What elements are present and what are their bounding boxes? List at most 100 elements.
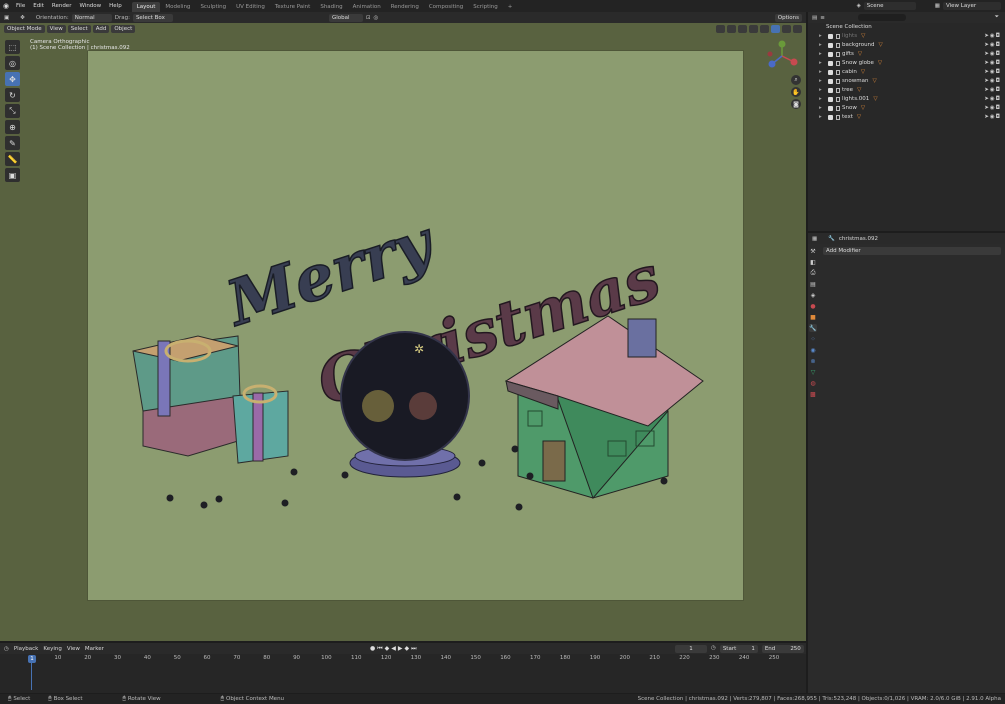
tab-rendering[interactable]: Rendering — [386, 2, 424, 12]
prev-key-icon[interactable]: ◆ — [385, 645, 390, 653]
timeline-ruler[interactable]: 1102030405060708090100110120130140150160… — [0, 654, 806, 664]
tab-sculpting[interactable]: Sculpting — [195, 2, 231, 12]
expand-arrow-icon[interactable]: ▸ — [819, 32, 822, 41]
rendered-shading-icon[interactable] — [793, 25, 802, 33]
exclude-checkbox[interactable] — [828, 52, 833, 57]
physics-tab-icon[interactable]: ◉ — [809, 346, 817, 354]
particles-tab-icon[interactable]: ⁘ — [809, 335, 817, 343]
record-icon[interactable]: ● — [370, 645, 375, 653]
view-layer-field[interactable]: View Layer — [943, 2, 1001, 10]
3d-viewport[interactable]: Object Mode View Select Add Object Merry… — [0, 23, 806, 641]
visibility-icon[interactable] — [716, 25, 725, 33]
menu-render[interactable]: Render — [48, 0, 76, 12]
tab-scripting[interactable]: Scripting — [468, 2, 502, 12]
editor-type-icon[interactable]: ▣ — [4, 15, 9, 21]
menu-add[interactable]: Add — [92, 25, 110, 33]
outliner-row[interactable]: ▸ Snow ▽ ➤◉◘ — [808, 104, 1005, 113]
scale-tool[interactable]: ⤡ — [5, 104, 20, 118]
tab-shading[interactable]: Shading — [315, 2, 347, 12]
menu-keying[interactable]: Keying — [43, 646, 61, 652]
menu-window[interactable]: Window — [75, 0, 105, 12]
menu-timeline-view[interactable]: View — [67, 646, 80, 652]
expand-arrow-icon[interactable]: ▸ — [819, 50, 822, 59]
jump-start-icon[interactable]: ⏮ — [377, 645, 382, 653]
timeline-editor-icon[interactable]: ◷ — [4, 646, 9, 652]
visibility-toggles-icon[interactable]: ➤◉◘ — [984, 32, 1001, 41]
visibility-toggles-icon[interactable]: ➤◉◘ — [984, 50, 1001, 59]
visibility-toggles-icon[interactable]: ➤◉◘ — [984, 77, 1001, 86]
expand-arrow-icon[interactable]: ▸ — [819, 95, 822, 104]
visibility-toggles-icon[interactable]: ➤◉◘ — [984, 68, 1001, 77]
outliner-search-input[interactable] — [857, 14, 906, 21]
solid-shading-icon[interactable] — [771, 25, 780, 33]
visibility-toggles-icon[interactable]: ➤◉◘ — [984, 95, 1001, 104]
tool-tab-icon[interactable]: ⚒ — [809, 247, 817, 255]
menu-object[interactable]: Object — [111, 25, 136, 33]
measure-tool[interactable]: 📏 — [5, 152, 20, 166]
annotate-tool[interactable]: ✎ — [5, 136, 20, 150]
expand-arrow-icon[interactable]: ▸ — [819, 68, 822, 77]
texture-tab-icon[interactable]: ▩ — [809, 390, 817, 398]
menu-playback[interactable]: Playback — [14, 646, 39, 652]
visibility-toggles-icon[interactable]: ➤◉◘ — [984, 86, 1001, 95]
menu-marker[interactable]: Marker — [85, 646, 104, 652]
start-frame-field[interactable]: Start 1 — [719, 645, 758, 653]
options-dropdown[interactable]: Options — [774, 13, 802, 22]
next-key-icon[interactable]: ◆ — [405, 645, 410, 653]
proportional-icon[interactable]: ◎ — [374, 15, 379, 21]
exclude-checkbox[interactable] — [828, 79, 833, 84]
add-modifier-dropdown[interactable]: Add Modifier — [823, 247, 1001, 255]
outliner-row[interactable]: ▸ lights.001 ▽ ➤◉◘ — [808, 95, 1005, 104]
cursor-tool[interactable]: ◎ — [5, 56, 20, 70]
display-mode-icon[interactable]: ≡ — [820, 15, 825, 21]
visibility-toggles-icon[interactable]: ➤◉◘ — [984, 104, 1001, 113]
snap-icon[interactable]: ⊡ — [366, 15, 371, 21]
expand-arrow-icon[interactable]: ▸ — [819, 41, 822, 50]
outliner-row[interactable]: ▸ cabin ▽ ➤◉◘ — [808, 68, 1005, 77]
data-tab-icon[interactable]: ▽ — [809, 368, 817, 376]
menu-file[interactable]: File — [12, 0, 29, 12]
move-tool[interactable]: ✥ — [5, 72, 20, 86]
expand-arrow-icon[interactable]: ▸ — [819, 59, 822, 68]
outliner-row[interactable]: ▸ Snow globe ▽ ➤◉◘ — [808, 59, 1005, 68]
exclude-checkbox[interactable] — [828, 34, 833, 39]
view-layer-tab-icon[interactable]: ▤ — [809, 280, 817, 288]
select-box-tool[interactable]: ⬚ — [5, 40, 20, 54]
filter-icon[interactable]: ⏷ — [995, 14, 999, 21]
material-tab-icon[interactable]: ◍ — [809, 379, 817, 387]
end-frame-field[interactable]: End 250 — [761, 645, 804, 653]
play-reverse-icon[interactable]: ◀ — [391, 645, 396, 653]
transform-icon[interactable]: ✥ — [20, 15, 25, 21]
tab-modeling[interactable]: Modeling — [160, 2, 195, 12]
outliner-row[interactable]: ▸ background ▽ ➤◉◘ — [808, 41, 1005, 50]
outliner-row[interactable]: ▸ lights ▽ ➤◉◘ — [808, 32, 1005, 41]
constraints-tab-icon[interactable]: ⊗ — [809, 357, 817, 365]
expand-arrow-icon[interactable]: ▸ — [819, 77, 822, 86]
exclude-checkbox[interactable] — [828, 61, 833, 66]
zoom-icon[interactable]: ⌕ — [791, 75, 801, 85]
playhead[interactable]: 1 — [28, 655, 36, 663]
menu-help[interactable]: Help — [105, 0, 126, 12]
outliner-editor-icon[interactable]: ▤ — [812, 15, 817, 21]
expand-arrow-icon[interactable]: ▸ — [819, 104, 822, 113]
pivot-dropdown[interactable]: Global — [328, 13, 363, 22]
menu-view[interactable]: View — [46, 25, 66, 33]
exclude-checkbox[interactable] — [828, 70, 833, 75]
outliner-row[interactable]: ▸ text ▽ ➤◉◘ — [808, 113, 1005, 122]
menu-select[interactable]: Select — [67, 25, 91, 33]
tab-layout[interactable]: Layout — [131, 1, 161, 12]
xray-icon[interactable] — [749, 25, 758, 33]
exclude-checkbox[interactable] — [828, 106, 833, 111]
drag-dropdown[interactable]: Select Box — [132, 13, 173, 22]
wireframe-shading-icon[interactable] — [760, 25, 769, 33]
play-icon[interactable]: ▶ — [398, 645, 403, 653]
exclude-checkbox[interactable] — [828, 97, 833, 102]
exclude-checkbox[interactable] — [828, 43, 833, 48]
add-cube-tool[interactable]: ▣ — [5, 168, 20, 182]
tab-texture-paint[interactable]: Texture Paint — [270, 2, 316, 12]
scene-field[interactable]: Scene — [863, 2, 916, 10]
mode-dropdown[interactable]: Object Mode — [4, 25, 45, 33]
transform-tool[interactable]: ⊕ — [5, 120, 20, 134]
menu-edit[interactable]: Edit — [29, 0, 48, 12]
render-tab-icon[interactable]: ◧ — [809, 258, 817, 266]
